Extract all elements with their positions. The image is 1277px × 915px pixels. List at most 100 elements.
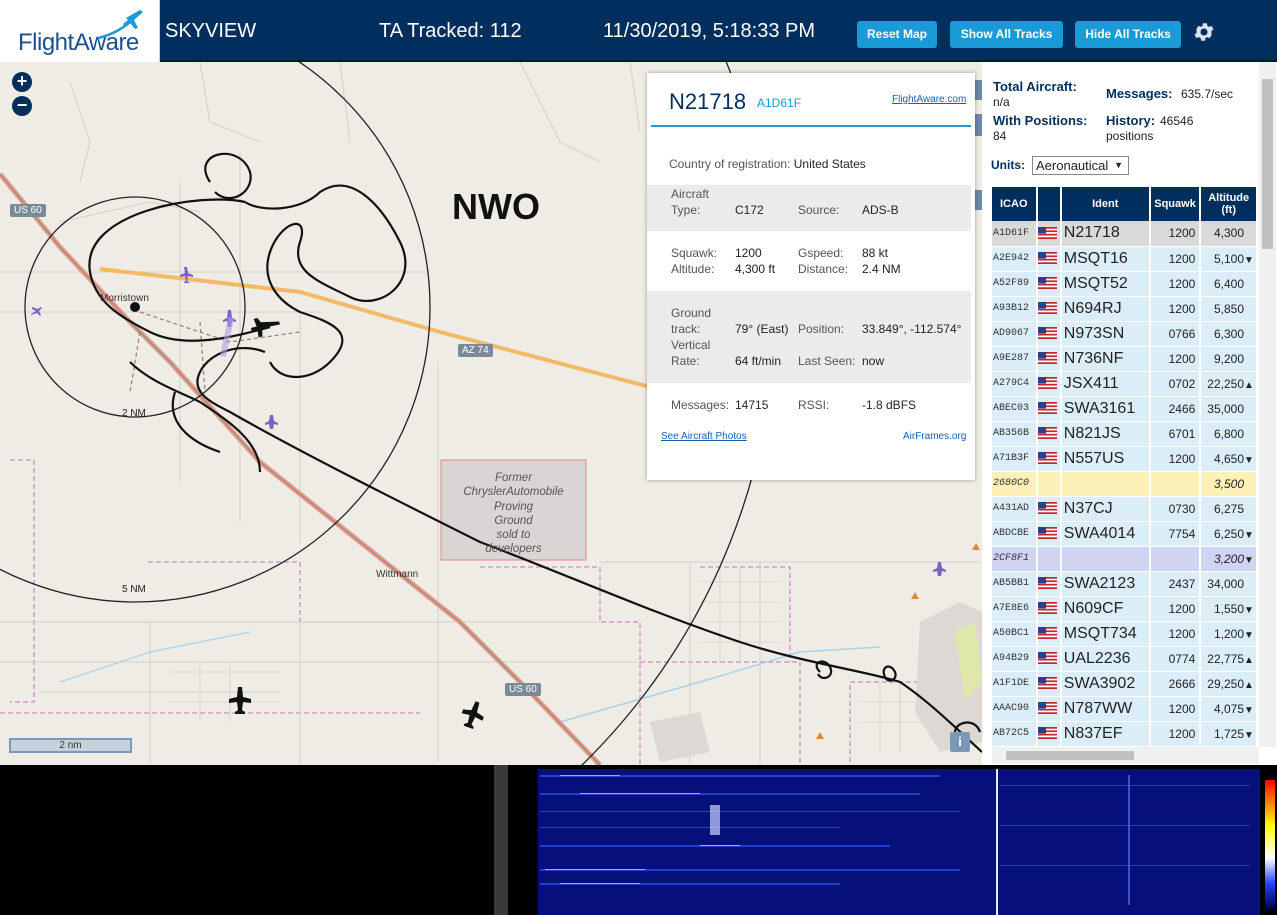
track-label-2: track: — [671, 322, 701, 336]
altitude-value: 22,775 — [1207, 651, 1244, 666]
flightaware-logo[interactable]: FlightAware — [0, 0, 160, 62]
scroll-thumb-h[interactable] — [1006, 751, 1134, 760]
altitude-value: 9,200 — [1213, 351, 1244, 366]
altitude-value: 4,650 — [1213, 451, 1244, 466]
table-row[interactable]: A2E942 MSQT16 1200 5,100▼ — [992, 246, 1258, 272]
table-row[interactable]: A7E8E6 N609CF 1200 1,550▼ — [992, 596, 1258, 622]
spectrum-waterfall — [0, 765, 1277, 915]
aircraft-detail-panel: N21718 A1D61F FlightAware.com Country of… — [647, 73, 975, 480]
zoom-out-button[interactable]: − — [12, 96, 32, 116]
row-flag — [1036, 271, 1062, 297]
us-flag-icon — [1037, 352, 1057, 365]
altitude-trend-icon: ▼ — [1244, 529, 1254, 541]
table-row[interactable]: 2CF8F1 3,200▼ — [992, 546, 1258, 572]
row-altitude: 22,250▲ — [1200, 371, 1258, 397]
row-altitude: 5,850 — [1200, 296, 1258, 322]
row-altitude: 9,200 — [1200, 346, 1258, 372]
row-altitude: 4,650▼ — [1200, 446, 1258, 472]
row-ident: N787WW — [1060, 696, 1151, 722]
altitude-label: Altitude: — [671, 262, 715, 276]
row-ident: N973SN — [1060, 321, 1151, 347]
col-icao[interactable]: ICAO — [992, 187, 1038, 221]
table-row[interactable]: A1F1DE SWA3902 2666 29,250▲ — [992, 671, 1258, 697]
gear-icon[interactable] — [1192, 20, 1216, 44]
aircraft-photos-link[interactable]: See Aircraft Photos — [661, 431, 747, 442]
type-label-1: Aircraft — [671, 187, 710, 201]
units-value: Aeronautical — [1036, 158, 1109, 173]
table-row[interactable]: 2680C0 3,500 — [992, 471, 1258, 497]
col-altitude[interactable]: Altitude (ft) — [1200, 187, 1258, 221]
table-row[interactable]: AB356B N821JS 6701 6,800 — [992, 421, 1258, 447]
col-squawk[interactable]: Squawk — [1149, 187, 1202, 221]
us-flag-icon — [1037, 652, 1057, 665]
scroll-thumb[interactable] — [1262, 79, 1273, 249]
table-row[interactable]: ABDCBE SWA4014 7754 6,250▼ — [992, 521, 1258, 547]
row-altitude: 6,250▼ — [1200, 521, 1258, 547]
altitude-trend-icon: ▲ — [1244, 654, 1254, 666]
table-row[interactable]: A431AD N37CJ 0730 6,275 — [992, 496, 1258, 522]
col-flag[interactable] — [1036, 187, 1062, 221]
altitude-trend-icon: ▲ — [1244, 679, 1254, 691]
altitude-value: 34,000 — [1207, 576, 1244, 591]
row-altitude: 3,200▼ — [1200, 546, 1258, 572]
table-row[interactable]: A93B12 N694RJ 1200 5,850 — [992, 296, 1258, 322]
row-icao: A94B29 — [992, 646, 1038, 672]
us-flag-icon — [1037, 452, 1057, 465]
altitude-value: 22,250 — [1207, 376, 1244, 391]
row-ident: MSQT734 — [1060, 621, 1151, 647]
table-row[interactable]: A1D61F N21718 1200 4,300 — [992, 221, 1258, 247]
col-ident[interactable]: Ident — [1060, 187, 1151, 221]
messages-section: Messages: 14715 RSSI: -1.8 dBFS — [647, 397, 971, 417]
chevron-down-icon: ▼ — [1114, 160, 1123, 170]
altitude-value: 4,300 ft — [735, 262, 776, 276]
horizontal-scrollbar[interactable] — [992, 747, 1259, 764]
aircraft-registration: N21718 — [669, 89, 747, 114]
table-row[interactable]: A9E287 N736NF 1200 9,200 — [992, 346, 1258, 372]
us-flag-icon — [1037, 227, 1057, 240]
zoom-in-button[interactable]: + — [12, 72, 32, 92]
lastseen-label: Last Seen: — [798, 354, 856, 368]
table-row[interactable]: A52F89 MSQT52 1200 6,400 — [992, 271, 1258, 297]
range-2nm-label: 2 NM — [122, 408, 146, 419]
flightaware-link[interactable]: FlightAware.com — [892, 94, 966, 105]
distance-value: 2.4 NM — [862, 262, 901, 276]
row-flag — [1036, 346, 1062, 372]
table-row[interactable]: A50BC1 MSQT734 1200 1,200▼ — [992, 621, 1258, 647]
table-row[interactable]: A279C4 JSX411 0702 22,250▲ — [992, 371, 1258, 397]
table-row[interactable]: AAAC90 N787WW 1200 4,075▼ — [992, 696, 1258, 722]
hide-all-tracks-button[interactable]: Hide All Tracks — [1075, 21, 1181, 48]
messages-value: 14715 — [735, 398, 769, 412]
table-row[interactable]: A71B3F N557US 1200 4,650▼ — [992, 446, 1258, 472]
table-row[interactable]: A94B29 UAL2236 0774 22,775▲ — [992, 646, 1258, 672]
units-select[interactable]: Aeronautical ▼ — [1032, 156, 1129, 175]
row-icao: ABEC03 — [992, 396, 1038, 422]
row-icao: 2CF8F1 — [992, 546, 1038, 572]
show-all-tracks-button[interactable]: Show All Tracks — [950, 21, 1063, 48]
table-row[interactable]: AB5BB1 SWA2123 2437 34,000 — [992, 571, 1258, 597]
row-altitude: 3,500 — [1200, 471, 1258, 497]
lastseen-value: now — [862, 354, 885, 368]
row-flag — [1036, 371, 1062, 397]
messages-label: Messages: — [671, 398, 730, 412]
altitude-value: 5,850 — [1213, 301, 1244, 316]
row-icao: A9E287 — [992, 346, 1038, 372]
table-row[interactable]: AB72C5 N837EF 1200 1,725▼ — [992, 721, 1258, 747]
reset-map-button[interactable]: Reset Map — [857, 21, 937, 48]
squawk-value: 1200 — [735, 246, 762, 260]
altitude-value: 1,725 — [1213, 726, 1244, 741]
row-altitude: 1,200▼ — [1200, 621, 1258, 647]
airframes-link[interactable]: AirFrames.org — [903, 431, 966, 442]
table-row[interactable]: ABEC03 SWA3161 2466 35,000 — [992, 396, 1258, 422]
altitude-value: 6,275 — [1213, 501, 1244, 516]
row-squawk: 1200 — [1149, 246, 1202, 272]
row-flag — [1036, 696, 1062, 722]
table-row[interactable]: AD9067 N973SN 0766 6,300 — [992, 321, 1258, 347]
pg-line-5: sold to — [496, 529, 531, 542]
vertical-scrollbar[interactable] — [1259, 62, 1276, 747]
aircraft-table-wrap[interactable]: ICAO Ident Squawk Altitude (ft) A1D61F N2… — [992, 187, 1258, 749]
info-button[interactable]: i — [950, 732, 970, 752]
us60-shield-south: US 60 — [505, 683, 541, 696]
units-label: Units: — [991, 158, 1025, 172]
row-flag — [1036, 621, 1062, 647]
row-icao: A7E8E6 — [992, 596, 1038, 622]
